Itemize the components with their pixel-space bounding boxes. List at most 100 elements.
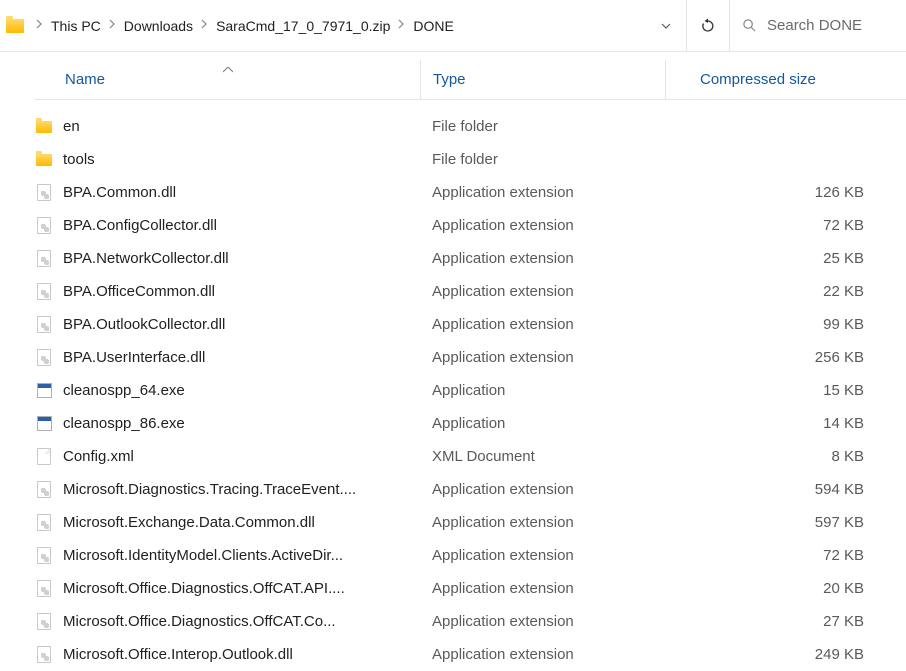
file-type: XML Document — [420, 448, 665, 465]
address-bar[interactable]: This PC Downloads SaraCmd_17_0_7971_0.zip D… — [0, 0, 686, 51]
file-type: Application extension — [420, 547, 665, 564]
file-row[interactable]: Microsoft.Office.Interop.Outlook.dll Appl… — [35, 638, 906, 671]
file-type: Application extension — [420, 184, 665, 201]
file-row[interactable]: BPA.OfficeCommon.dllApplication extensio… — [35, 275, 906, 308]
dll-icon — [37, 184, 51, 201]
file-row[interactable]: BPA.NetworkCollector.dllApplication exte… — [35, 242, 906, 275]
dll-icon — [37, 547, 51, 564]
file-name: Microsoft.Exchange.Data.Common.dll — [63, 514, 315, 531]
file-row[interactable]: BPA.Common.dllApplication extension126 K… — [35, 176, 906, 209]
file-type: Application — [420, 415, 665, 432]
file-name-cell: BPA.OfficeCommon.dll — [35, 283, 420, 301]
file-icon-wrapper — [35, 184, 53, 202]
file-row[interactable]: en File folder — [35, 110, 906, 143]
dll-icon — [37, 217, 51, 234]
breadcrumb-item[interactable]: This PC — [49, 14, 103, 38]
dll-icon — [37, 646, 51, 663]
file-type: File folder — [420, 151, 665, 168]
file-icon-wrapper — [35, 613, 53, 631]
column-header-name[interactable]: Name — [35, 71, 420, 89]
file-name-cell: Microsoft.Office.Diagnostics.OffCAT.API.… — [35, 580, 420, 598]
file-name: Microsoft.Office.Diagnostics.OffCAT.Co..… — [63, 613, 336, 630]
file-type: Application extension — [420, 646, 665, 663]
file-icon-wrapper — [35, 415, 53, 433]
file-row[interactable]: Microsoft.Office.Diagnostics.OffCAT.Co..… — [35, 605, 906, 638]
file-type: Application extension — [420, 349, 665, 366]
file-size: 25 KB — [665, 250, 906, 267]
file-name: BPA.OfficeCommon.dll — [63, 283, 215, 300]
file-size: 20 KB — [665, 580, 906, 597]
file-size: 249 KB — [665, 646, 906, 663]
file-row[interactable]: BPA.UserInterface.dll Application extensi… — [35, 341, 906, 374]
dll-icon — [37, 580, 51, 597]
file-icon-wrapper — [35, 382, 53, 400]
file-row[interactable]: Microsoft.Office.Diagnostics.OffCAT.API.… — [35, 572, 906, 605]
breadcrumb-item[interactable]: Downloads — [122, 14, 195, 38]
file-name: Microsoft.IdentityModel.Clients.ActiveDi… — [63, 547, 343, 564]
file-icon-wrapper — [35, 448, 53, 466]
file-icon-wrapper — [35, 646, 53, 664]
file-row[interactable]: cleanospp_86.exeApplication14 KB — [35, 407, 906, 440]
file-name-cell: BPA.UserInterface.dll — [35, 349, 420, 367]
file-row[interactable]: BPA.OutlookCollector.dllApplication exte… — [35, 308, 906, 341]
file-icon-wrapper — [35, 481, 53, 499]
file-row[interactable]: Microsoft.Diagnostics.Tracing.TraceEvent… — [35, 473, 906, 506]
file-row[interactable]: toolsFile folder — [35, 143, 906, 176]
file-row[interactable]: cleanospp_64.exeApplication15 KB — [35, 374, 906, 407]
exe-icon — [37, 416, 52, 431]
xml-icon — [37, 448, 51, 465]
file-name: BPA.UserInterface.dll — [63, 349, 205, 366]
file-icon-wrapper — [35, 514, 53, 532]
file-row[interactable]: Config.xmlXML Document8 KB — [35, 440, 906, 473]
file-name-cell: BPA.Common.dll — [35, 184, 420, 202]
file-size: 597 KB — [665, 514, 906, 531]
breadcrumb-item[interactable]: DONE — [411, 14, 455, 38]
folder-icon — [36, 154, 52, 166]
dll-icon — [37, 349, 51, 366]
file-name: Microsoft.Office.Diagnostics.OffCAT.API.… — [63, 580, 345, 597]
file-name-cell: BPA.ConfigCollector.dll — [35, 217, 420, 235]
file-name-cell: Microsoft.Office.Diagnostics.OffCAT.Co..… — [35, 613, 420, 631]
location-folder-icon — [6, 19, 24, 33]
column-header-type[interactable]: Type — [420, 60, 665, 99]
file-icon-wrapper — [35, 250, 53, 268]
file-icon-wrapper — [35, 316, 53, 334]
file-name-cell: tools — [35, 151, 420, 169]
file-size: 15 KB — [665, 382, 906, 399]
breadcrumb-dropdown-icon[interactable] — [652, 14, 680, 38]
file-row[interactable]: Microsoft.Exchange.Data.Common.dllApplic… — [35, 506, 906, 539]
file-name-cell: Config.xml — [35, 448, 420, 466]
chevron-right-icon[interactable] — [36, 19, 43, 32]
dll-icon — [37, 613, 51, 630]
file-name: Microsoft.Office.Interop.Outlook.dll — [63, 646, 293, 663]
dll-icon — [37, 481, 51, 498]
file-name-cell: BPA.OutlookCollector.dll — [35, 316, 420, 334]
file-type: Application extension — [420, 481, 665, 498]
content-area: Name Type Compressed size enFile foldert… — [0, 52, 906, 671]
chevron-right-icon[interactable] — [201, 19, 208, 32]
file-type: Application extension — [420, 316, 665, 333]
file-size: 256 KB — [665, 349, 906, 366]
file-type: Application extension — [420, 580, 665, 597]
file-name: BPA.ConfigCollector.dll — [63, 217, 217, 234]
file-icon-wrapper — [35, 283, 53, 301]
column-header-row: Name Type Compressed size — [35, 60, 906, 100]
refresh-button[interactable] — [686, 0, 730, 51]
file-name-cell: en — [35, 118, 420, 136]
file-name-cell: cleanospp_64.exe — [35, 382, 420, 400]
exe-icon — [37, 383, 52, 398]
file-name-cell: Microsoft.Office.Interop.Outlook.dll — [35, 646, 420, 664]
chevron-right-icon[interactable] — [109, 19, 116, 32]
dll-icon — [37, 316, 51, 333]
file-row[interactable]: Microsoft.IdentityModel.Clients.ActiveDi… — [35, 539, 906, 572]
file-type: File folder — [420, 118, 665, 135]
refresh-icon — [700, 18, 716, 34]
chevron-right-icon[interactable] — [398, 19, 405, 32]
search-box[interactable]: Search DONE — [730, 0, 906, 51]
file-icon-wrapper — [35, 547, 53, 565]
breadcrumb-item[interactable]: SaraCmd_17_0_7971_0.zip — [214, 14, 392, 38]
file-row[interactable]: BPA.ConfigCollector.dllApplication exten… — [35, 209, 906, 242]
file-name: en — [63, 118, 80, 135]
column-header-size[interactable]: Compressed size — [665, 60, 906, 99]
file-name: BPA.NetworkCollector.dll — [63, 250, 229, 267]
